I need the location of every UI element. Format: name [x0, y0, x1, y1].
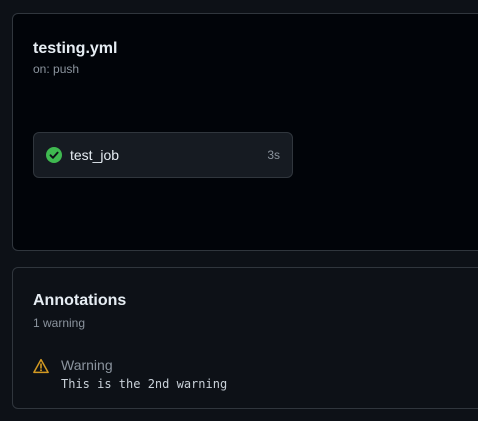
annotation-message: This is the 2nd warning: [61, 377, 228, 391]
annotation-item[interactable]: Warning This is the 2nd warning: [33, 357, 227, 391]
workflow-title[interactable]: testing.yml: [33, 40, 117, 58]
workflow-graph-card: testing.yml on: push test_job 3s: [12, 13, 478, 251]
check-circle-icon: [46, 147, 62, 163]
annotations-card: Annotations 1 warning Warning This is th…: [12, 267, 478, 409]
annotations-count: 1 warning: [33, 316, 86, 330]
job-node-test-job[interactable]: test_job 3s: [33, 132, 293, 178]
warning-triangle-icon: [33, 358, 49, 374]
job-duration: 3s: [267, 148, 280, 162]
annotations-title: Annotations: [33, 292, 127, 309]
annotation-level: Warning: [61, 357, 113, 373]
workflow-trigger: on: push: [33, 62, 80, 76]
job-name: test_job: [70, 147, 120, 163]
